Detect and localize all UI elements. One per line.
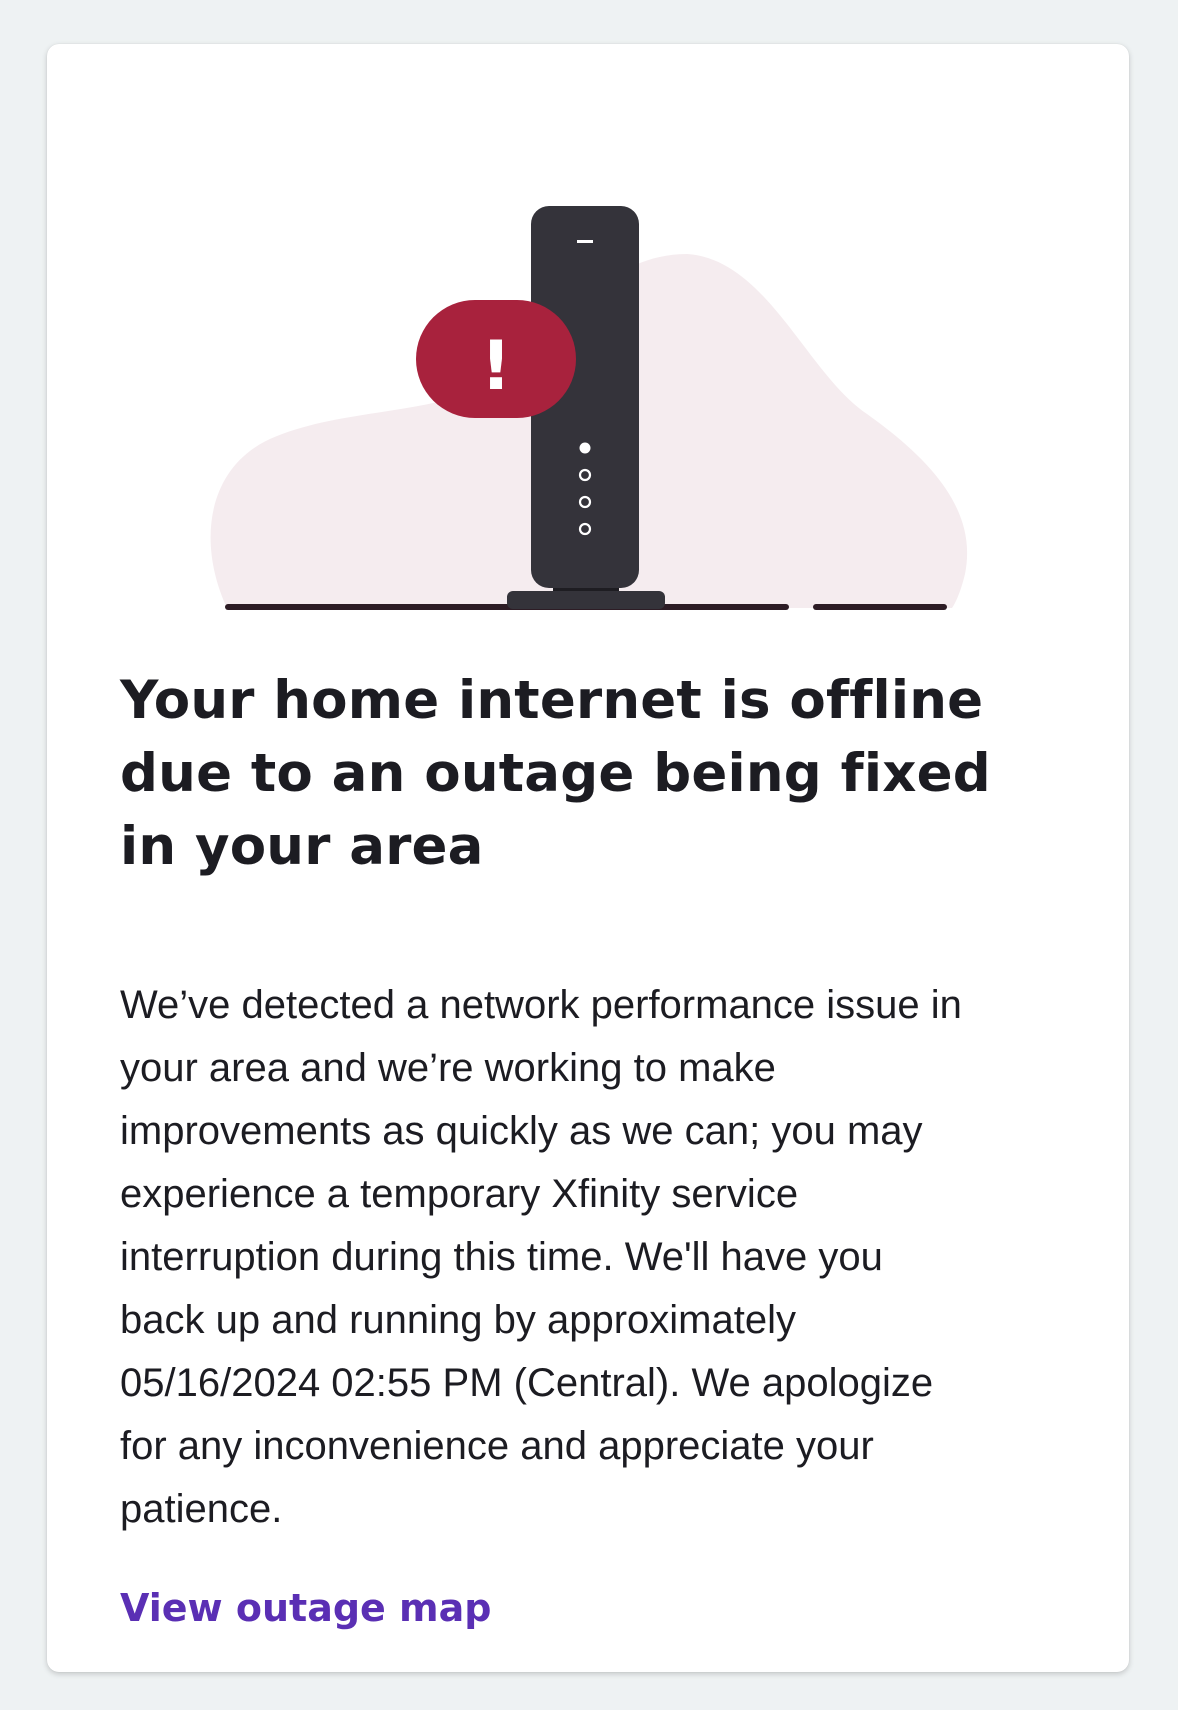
alert-badge-icon: ! — [416, 300, 576, 418]
outage-headline: Your home internet is offline due to an … — [120, 670, 991, 877]
floor-line-left — [225, 604, 789, 610]
alert-badge-symbol: ! — [480, 327, 511, 406]
outage-card: ! Your home internet is offline due to a… — [47, 44, 1129, 1672]
gateway-stand-base — [507, 591, 665, 609]
view-outage-map-link[interactable]: View outage map — [120, 1586, 491, 1630]
floor-line-right — [813, 604, 947, 610]
outage-message: We’ve detected a network performance iss… — [120, 983, 962, 1531]
offline-gateway-illustration: ! — [210, 206, 968, 610]
